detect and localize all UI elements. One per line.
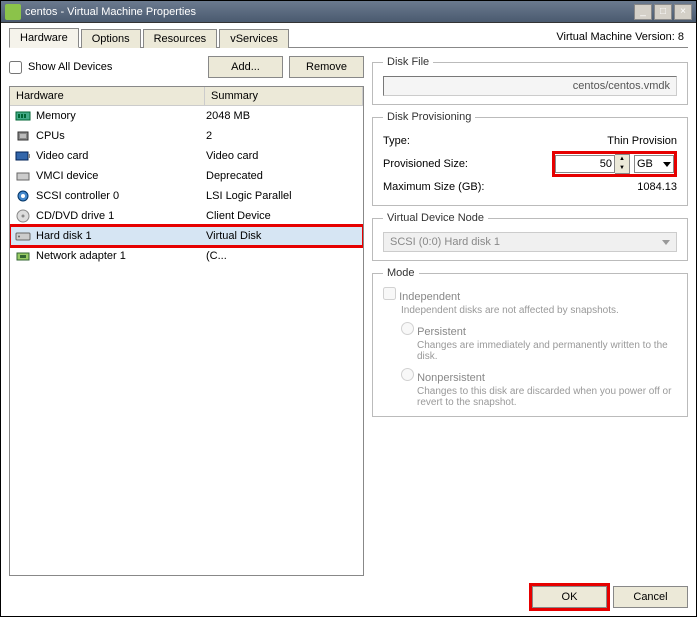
maximize-button[interactable]: □ <box>654 4 672 20</box>
disk-file-legend: Disk File <box>383 56 433 68</box>
disk-file-path: centos/centos.vmdk <box>383 76 677 96</box>
device-row-vmci[interactable]: VMCI deviceDeprecated <box>10 166 363 186</box>
max-size-label: Maximum Size (GB): <box>383 181 577 193</box>
type-label: Type: <box>383 135 577 147</box>
device-name: Network adapter 1 <box>36 250 206 262</box>
independent-checkbox <box>383 287 396 300</box>
device-row-nic[interactable]: Network adapter 1(C... <box>10 246 363 266</box>
persistent-label: Persistent <box>417 326 466 338</box>
virtual-device-node-group: Virtual Device Node SCSI (0:0) Hard disk… <box>372 212 688 261</box>
type-value: Thin Provision <box>577 135 677 147</box>
device-summary: Virtual Disk <box>206 230 359 242</box>
device-name: Video card <box>36 150 206 162</box>
device-row-scsi[interactable]: SCSI controller 0LSI Logic Parallel <box>10 186 363 206</box>
vnode-legend: Virtual Device Node <box>383 212 488 224</box>
vnode-value: SCSI (0:0) Hard disk 1 <box>390 236 500 248</box>
device-name: CD/DVD drive 1 <box>36 210 206 222</box>
video-icon <box>14 148 32 164</box>
tab-hardware[interactable]: Hardware <box>9 28 79 48</box>
remove-button[interactable]: Remove <box>289 56 364 78</box>
device-name: CPUs <box>36 130 206 142</box>
show-all-devices-label: Show All Devices <box>28 61 112 73</box>
dialog-footer: OK Cancel <box>9 576 688 608</box>
nic-icon <box>14 248 32 264</box>
cpu-icon <box>14 128 32 144</box>
vnode-select: SCSI (0:0) Hard disk 1 <box>383 232 677 252</box>
device-row-hdd[interactable]: Hard disk 1Virtual Disk <box>10 226 363 246</box>
tab-bar: Hardware Options Resources vServices Vir… <box>9 27 688 48</box>
tab-resources[interactable]: Resources <box>143 29 218 48</box>
title-bar: centos - Virtual Machine Properties _ □ … <box>1 1 696 23</box>
independent-label: Independent <box>399 291 460 303</box>
disk-provisioning-group: Disk Provisioning Type: Thin Provision P… <box>372 111 688 206</box>
size-unit-value: GB <box>637 158 653 170</box>
tab-vservices[interactable]: vServices <box>219 29 289 48</box>
minimize-button[interactable]: _ <box>634 4 652 20</box>
size-label: Provisioned Size: <box>383 158 552 170</box>
header-summary[interactable]: Summary <box>205 87 363 105</box>
app-icon <box>5 4 21 20</box>
max-size-value: 1084.13 <box>577 181 677 193</box>
device-name: SCSI controller 0 <box>36 190 206 202</box>
mode-legend: Mode <box>383 267 419 279</box>
device-list[interactable]: Hardware Summary Memory2048 MBCPUs2Video… <box>9 86 364 576</box>
device-name: VMCI device <box>36 170 206 182</box>
window-title: centos - Virtual Machine Properties <box>25 6 632 18</box>
device-list-header: Hardware Summary <box>10 87 363 106</box>
disk-file-group: Disk File centos/centos.vmdk <box>372 56 688 105</box>
device-summary: 2 <box>206 130 359 142</box>
dropdown-icon <box>663 162 671 167</box>
device-row-memory[interactable]: Memory2048 MB <box>10 106 363 126</box>
size-unit-select[interactable]: GB <box>634 155 674 173</box>
close-button[interactable]: × <box>674 4 692 20</box>
tab-options[interactable]: Options <box>81 29 141 48</box>
dropdown-icon <box>662 240 670 245</box>
nonpersistent-radio <box>401 368 414 381</box>
independent-desc: Independent disks are not affected by sn… <box>401 305 677 316</box>
size-spinner[interactable]: ▲▼ <box>615 154 630 174</box>
device-summary: LSI Logic Parallel <box>206 190 359 202</box>
persistent-radio <box>401 322 414 335</box>
cancel-button[interactable]: Cancel <box>613 586 688 608</box>
vmci-icon <box>14 168 32 184</box>
device-summary: Client Device <box>206 210 359 222</box>
device-summary: Video card <box>206 150 359 162</box>
mode-group: Mode Independent Independent disks are n… <box>372 267 688 417</box>
device-summary: Deprecated <box>206 170 359 182</box>
scsi-icon <box>14 188 32 204</box>
ok-button[interactable]: OK <box>532 586 607 608</box>
memory-icon <box>14 108 32 124</box>
device-row-cpu[interactable]: CPUs2 <box>10 126 363 146</box>
nonpersistent-desc: Changes to this disk are discarded when … <box>417 386 677 408</box>
hdd-icon <box>14 228 32 244</box>
device-row-video[interactable]: Video cardVideo card <box>10 146 363 166</box>
device-name: Hard disk 1 <box>36 230 206 242</box>
disk-provisioning-legend: Disk Provisioning <box>383 111 475 123</box>
show-all-devices-checkbox[interactable] <box>9 61 22 74</box>
cd-icon <box>14 208 32 224</box>
device-name: Memory <box>36 110 206 122</box>
provisioned-size-input[interactable] <box>555 155 615 173</box>
header-hardware[interactable]: Hardware <box>10 87 205 105</box>
device-summary: 2048 MB <box>206 110 359 122</box>
device-summary: (C... <box>206 250 359 262</box>
persistent-desc: Changes are immediately and permanently … <box>417 340 677 362</box>
add-button[interactable]: Add... <box>208 56 283 78</box>
vm-version-label: Virtual Machine Version: 8 <box>556 31 684 43</box>
device-row-cd[interactable]: CD/DVD drive 1Client Device <box>10 206 363 226</box>
nonpersistent-label: Nonpersistent <box>417 372 485 384</box>
